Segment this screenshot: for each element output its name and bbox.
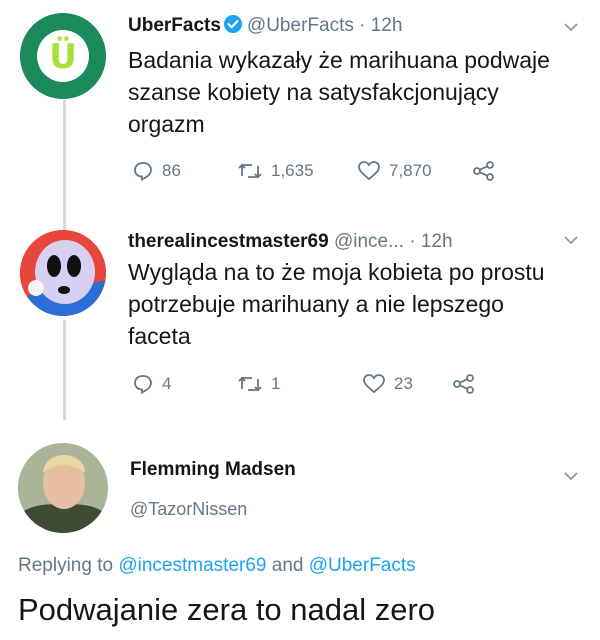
tweet-actions: 86 1,635 7,870: [132, 160, 504, 182]
replying-prefix: Replying to: [18, 555, 114, 576]
heart-icon: [363, 374, 385, 394]
reply-tweet[interactable]: Flemming Madsen @TazorNissen Replying to…: [0, 425, 600, 640]
tweet-actions: 4 1 23: [132, 373, 484, 395]
conjunction: and: [271, 555, 304, 576]
display-name[interactable]: UberFacts: [128, 15, 221, 36]
like-count: 7,870: [389, 161, 432, 180]
display-name[interactable]: therealincestmaster69: [128, 231, 329, 252]
mention-link[interactable]: @incestmaster69: [118, 555, 266, 576]
handle[interactable]: @UberFacts: [247, 15, 354, 36]
like-button[interactable]: 23: [362, 373, 452, 395]
separator: ·: [359, 15, 366, 36]
like-count: 23: [394, 374, 413, 393]
separator: ·: [409, 231, 416, 252]
tweet-header: therealincestmaster69 @ince... · 12h: [128, 231, 550, 253]
tweet-header: UberFacts @UberFacts · 12h: [128, 14, 550, 40]
shy-guy-avatar-icon: [20, 230, 106, 316]
handle[interactable]: @ince...: [334, 231, 404, 252]
person-avatar-icon: [18, 443, 108, 533]
handle[interactable]: @TazorNissen: [130, 499, 247, 520]
timestamp[interactable]: 12h: [371, 15, 403, 36]
share-icon: [453, 374, 474, 394]
reply-count: 86: [162, 161, 181, 180]
retweet-count: 1: [271, 374, 281, 393]
share-button[interactable]: [452, 373, 484, 395]
tweet-text: Wygląda na to że moja kobieta po prostu …: [128, 259, 545, 349]
verified-badge-icon: [223, 14, 243, 40]
display-name[interactable]: Flemming Madsen: [130, 459, 296, 481]
chevron-down-icon[interactable]: [562, 467, 580, 485]
share-button[interactable]: [472, 160, 504, 182]
avatar[interactable]: Ü: [20, 13, 106, 99]
chevron-down-icon[interactable]: [562, 18, 580, 36]
retweet-icon: [238, 163, 262, 179]
share-icon: [473, 161, 494, 181]
tweet-therealincestmaster69[interactable]: therealincestmaster69 @ince... · 12h Wyg…: [0, 215, 600, 425]
avatar-letter: Ü: [49, 36, 77, 77]
tweet-uberfacts[interactable]: Ü UberFacts @UberFacts · 12h Badania wyka…: [0, 0, 600, 215]
retweet-icon: [238, 376, 262, 392]
reply-count: 4: [162, 374, 172, 393]
avatar[interactable]: [18, 443, 108, 533]
reply-bubble-icon: [134, 162, 152, 182]
replying-to-line: Replying to @incestmaster69 and @UberFac…: [18, 555, 416, 577]
retweet-button[interactable]: 1,635: [237, 160, 357, 182]
retweet-count: 1,635: [271, 161, 314, 180]
tweet-text: Podwajanie zera to nadal zero: [18, 592, 436, 627]
heart-icon: [358, 161, 380, 181]
tweet-text: Badania wykazały że marihuana podwaje sz…: [128, 47, 550, 137]
reply-button[interactable]: 86: [132, 160, 237, 182]
reply-button[interactable]: 4: [132, 373, 237, 395]
mention-link[interactable]: @UberFacts: [309, 555, 416, 576]
retweet-button[interactable]: 1: [237, 373, 362, 395]
chevron-down-icon[interactable]: [562, 231, 580, 249]
reply-bubble-icon: [134, 375, 152, 395]
timestamp[interactable]: 12h: [421, 231, 453, 252]
like-button[interactable]: 7,870: [357, 160, 472, 182]
avatar[interactable]: [20, 230, 106, 316]
uberfacts-logo-icon: Ü: [20, 13, 106, 99]
